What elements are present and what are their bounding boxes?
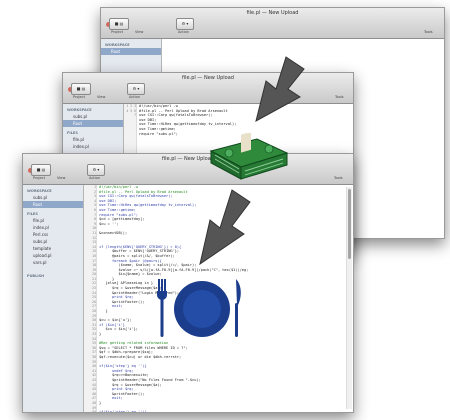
sidebar-item-subs-pl[interactable]: subs.pl <box>23 238 83 245</box>
action-label: Action <box>178 30 189 34</box>
sidebar-item-upload-pl[interactable]: upload.pl <box>23 252 83 259</box>
window-title: file.pl — New Upload <box>182 75 234 81</box>
line-number-gutter: 1 2 3 4 5 6 7 8 9 10 11 12 13 14 15 16 17 18 19 20 21 22 23 24 2… <box>84 185 97 412</box>
scrollbar[interactable] <box>346 187 352 409</box>
scrollbar-thumb[interactable] <box>348 189 351 259</box>
sidebar-item-subs[interactable]: subs.pl <box>63 113 123 120</box>
action-button[interactable]: ⚙ ▾ <box>127 83 145 95</box>
sidebar-item-root[interactable]: Root <box>23 201 83 208</box>
view-label: View <box>57 176 66 180</box>
tools-label: Tools <box>424 30 433 34</box>
project-label: Project <box>111 30 123 34</box>
sidebar-item-vars-pl[interactable]: vars.pl <box>23 259 83 266</box>
window-title: file.pl — New Upload <box>246 10 299 16</box>
knife-icon <box>235 279 241 337</box>
view-label: View <box>135 30 144 34</box>
sidebar-section-workspace: WORKSPACE <box>67 108 92 112</box>
sidebar-item-index-pl[interactable]: index.pl <box>63 143 123 150</box>
sidebar-section-workspace: WORKSPACE <box>105 43 130 47</box>
plate-icon <box>174 281 230 337</box>
titlebar: file.pl — New Upload ■ ▤ ⚙ ▾ Project Vie… <box>23 154 353 185</box>
money-stack-icon <box>209 133 289 180</box>
project-label: Project <box>33 176 45 180</box>
tools-label: Tools <box>334 176 343 180</box>
project-label: Project <box>73 95 85 99</box>
titlebar: file.pl — New Upload ■ ▤ ⚙ ▾ Project Vie… <box>101 8 444 39</box>
project-button[interactable]: ■ ▤ <box>31 164 51 176</box>
window-title: file.pl — New Upload <box>162 156 214 162</box>
sidebar-item-template[interactable]: template <box>23 245 83 252</box>
tools-label: Tools <box>335 95 344 99</box>
down-arrow-icon <box>199 189 251 266</box>
sidebar-section-files: FILES <box>67 131 78 135</box>
sidebar: WORKSPACE subs.pl Root FILES file.pl ind… <box>23 185 84 412</box>
sidebar-item-index-pl[interactable]: index.pl <box>23 224 83 231</box>
code-line: if($in{'step'} eq ''){ <box>99 410 147 413</box>
sidebar-section-publish: PUBLISH <box>27 274 45 278</box>
view-label: View <box>97 95 106 99</box>
action-button[interactable]: ⚙ ▾ <box>176 18 194 30</box>
line-number: 50 <box>92 410 96 413</box>
action-button[interactable]: ⚙ ▾ <box>87 164 105 176</box>
sidebar-item-root[interactable]: Root <box>101 48 161 55</box>
action-label: Action <box>129 95 140 99</box>
sidebar-item-file-pl[interactable]: file.pl <box>63 136 123 143</box>
sidebar-item-subs[interactable]: subs.pl <box>23 194 83 201</box>
sidebar-section-files: FILES <box>27 212 38 216</box>
titlebar: file.pl — New Upload ■ ▤ ⚙ ▾ Project Vie… <box>63 73 353 104</box>
sidebar-section-workspace: WORKSPACE <box>27 189 52 193</box>
project-button[interactable]: ■ ▤ <box>71 83 91 95</box>
down-arrow-icon <box>255 56 305 122</box>
fork-icon <box>157 279 167 337</box>
sidebar-item-file-pl[interactable]: file.pl <box>23 217 83 224</box>
sidebar-item-perl-css[interactable]: Perl.css <box>23 231 83 238</box>
project-button[interactable]: ■ ▤ <box>109 18 129 30</box>
action-label: Action <box>89 176 100 180</box>
sidebar-item-root[interactable]: Root <box>63 120 123 127</box>
place-setting <box>157 279 241 337</box>
